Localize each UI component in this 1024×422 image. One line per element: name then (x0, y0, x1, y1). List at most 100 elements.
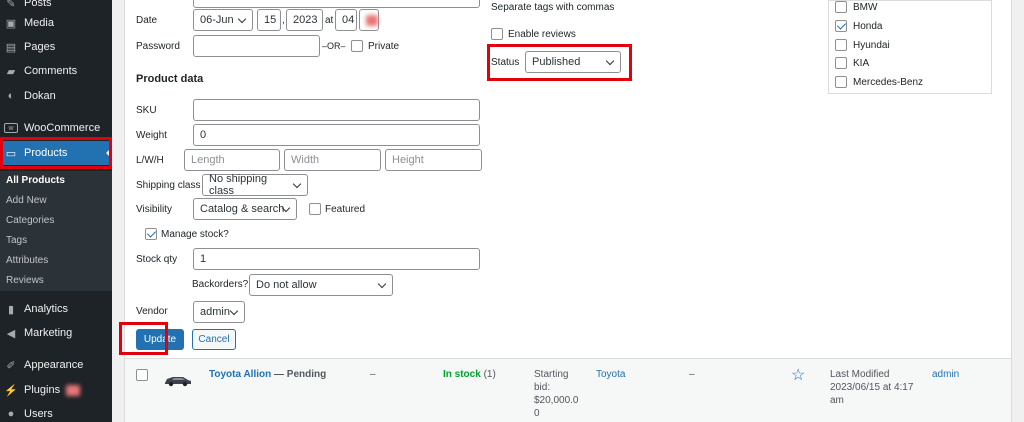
cancel-button[interactable]: Cancel (192, 329, 236, 350)
price-cell: Starting bid: $20,000.0 0 (534, 368, 579, 420)
sidebar-item-label: Pages (24, 41, 56, 53)
sidebar-item-comments[interactable]: ▰ Comments (0, 59, 112, 83)
sidebar-item-label: Appearance (24, 359, 84, 371)
plugin-icon: ⚡ (4, 384, 18, 397)
redacted-badge (66, 384, 81, 396)
slug-field[interactable] (193, 0, 480, 8)
chevron-down-icon (229, 306, 239, 316)
date-year-input[interactable]: 2023 (286, 9, 323, 31)
height-input[interactable]: Height (385, 149, 482, 171)
shipping-class-label: Shipping class (136, 180, 201, 191)
backorders-select[interactable]: Do not allow (249, 274, 393, 296)
brand-checkbox[interactable] (835, 1, 847, 13)
date-month-value: 06-Jun (200, 14, 234, 26)
visibility-select[interactable]: Catalog & search (193, 198, 297, 220)
or-text: –OR– (322, 41, 346, 51)
sidebar-item-appearance[interactable]: ✐ Appearance (0, 353, 112, 377)
brand-label: Honda (853, 20, 883, 32)
length-input[interactable]: Length (184, 149, 280, 171)
sku-cell: – (370, 369, 376, 380)
submenu-add-new[interactable]: Add New (6, 195, 47, 206)
brand-label: Hyundai (853, 39, 890, 51)
vendor-select[interactable]: admin (193, 301, 245, 323)
table-row[interactable]: Toyota Allion — Pending – In stock (1) S… (124, 358, 1012, 422)
brand-checkbox[interactable] (835, 39, 847, 51)
sidebar-item-label: Dokan (24, 90, 56, 102)
date-cell: Last Modified 2023/06/15 at 4:17 am (830, 368, 913, 407)
sidebar-item-label: Marketing (24, 327, 73, 339)
sidebar-item-analytics[interactable]: ▮ Analytics (0, 297, 112, 321)
date-minute-input[interactable] (359, 9, 379, 31)
visibility-label: Visibility (136, 204, 172, 215)
submenu-reviews[interactable]: Reviews (6, 275, 44, 286)
sidebar-item-marketing[interactable]: ◀ Marketing (0, 321, 112, 345)
admin-sidebar: ✎ Posts ▣ Media ▤ Pages ▰ Comments ◐ Dokan wW… (0, 0, 112, 422)
private-checkbox[interactable] (351, 40, 363, 52)
sku-input[interactable] (193, 99, 480, 121)
author-link[interactable]: admin (932, 368, 959, 381)
woocommerce-icon: w (4, 123, 18, 133)
highlight-box-status (487, 44, 632, 81)
stock-qty-input[interactable]: 1 (193, 248, 480, 270)
featured-checkbox[interactable] (309, 203, 321, 215)
enable-reviews-label: Enable reviews (508, 29, 576, 40)
tags-hint: Separate tags with commas (491, 2, 615, 13)
pages-icon: ▤ (5, 41, 17, 54)
brand-checkbox[interactable] (835, 76, 847, 88)
enable-reviews-checkbox[interactable] (491, 28, 503, 40)
shipping-class-value: No shipping class (209, 173, 268, 197)
media-icon: ▣ (5, 17, 17, 30)
stock-qty-label: Stock qty (136, 254, 178, 265)
brand-option-bmw[interactable]: BMW (835, 1, 877, 13)
sidebar-item-pages[interactable]: ▤ Pages (0, 35, 112, 59)
brand-checkbox[interactable] (835, 57, 847, 69)
date-hour-input[interactable]: 04 (335, 9, 357, 31)
password-label: Password (136, 41, 180, 52)
brush-icon: ✐ (6, 359, 16, 372)
brand-checkbox[interactable] (835, 20, 847, 32)
chevron-down-icon (292, 179, 302, 189)
weight-label: Weight (136, 130, 167, 141)
private-label: Private (368, 41, 400, 52)
sidebar-item-plugins[interactable]: ⚡ Plugins (0, 378, 112, 402)
brand-option-kia[interactable]: KIA (835, 57, 869, 69)
product-thumbnail[interactable] (163, 373, 193, 387)
date-line: Last Modified (830, 369, 890, 380)
submenu-categories[interactable]: Categories (6, 215, 54, 226)
user-icon: ● (7, 408, 15, 420)
row-select-checkbox[interactable] (136, 369, 148, 381)
chevron-down-icon (377, 279, 387, 289)
sku-label: SKU (136, 105, 157, 116)
password-input[interactable] (193, 35, 320, 57)
shipping-class-select[interactable]: No shipping class (202, 173, 308, 197)
brand-option-mercedes-benz[interactable]: Mercedes-Benz (835, 76, 923, 88)
date-month-select[interactable]: 06-Jun (193, 9, 253, 31)
featured-star-icon[interactable]: ☆ (791, 365, 805, 385)
category-link[interactable]: Toyota (596, 368, 625, 381)
sidebar-item-media[interactable]: ▣ Media (0, 11, 112, 35)
product-data-title: Product data (136, 73, 204, 85)
width-input[interactable]: Width (284, 149, 381, 171)
vendor-label: Vendor (136, 306, 168, 317)
brand-option-honda[interactable]: Honda (835, 20, 882, 32)
featured-label: Featured (325, 204, 366, 215)
sidebar-item-users[interactable]: ● Users (0, 402, 112, 422)
submenu-tags[interactable]: Tags (6, 235, 27, 246)
manage-stock-checkbox[interactable] (145, 228, 157, 240)
price-line: Starting (534, 369, 569, 380)
manage-stock-label: Manage stock? (161, 229, 229, 240)
sidebar-item-dokan[interactable]: ◐ Dokan (0, 84, 112, 108)
product-state: — Pending (274, 369, 327, 380)
submenu-attributes[interactable]: Attributes (6, 255, 48, 266)
date-day-input[interactable]: 15 (257, 9, 281, 31)
products-submenu: All Products Add New Categories Tags Att… (0, 171, 112, 291)
weight-input[interactable]: 0 (193, 124, 480, 146)
stock-count: (1) (483, 369, 496, 380)
submenu-all-products[interactable]: All Products (6, 175, 65, 186)
backorders-label: Backorders? (192, 279, 249, 290)
dokan-icon: ◐ (7, 90, 15, 102)
brand-option-hyundai[interactable]: Hyundai (835, 39, 890, 51)
product-name-link[interactable]: Toyota Allion (209, 369, 271, 380)
product-name-cell: Toyota Allion — Pending (209, 368, 326, 381)
tags-cell: – (689, 369, 695, 380)
